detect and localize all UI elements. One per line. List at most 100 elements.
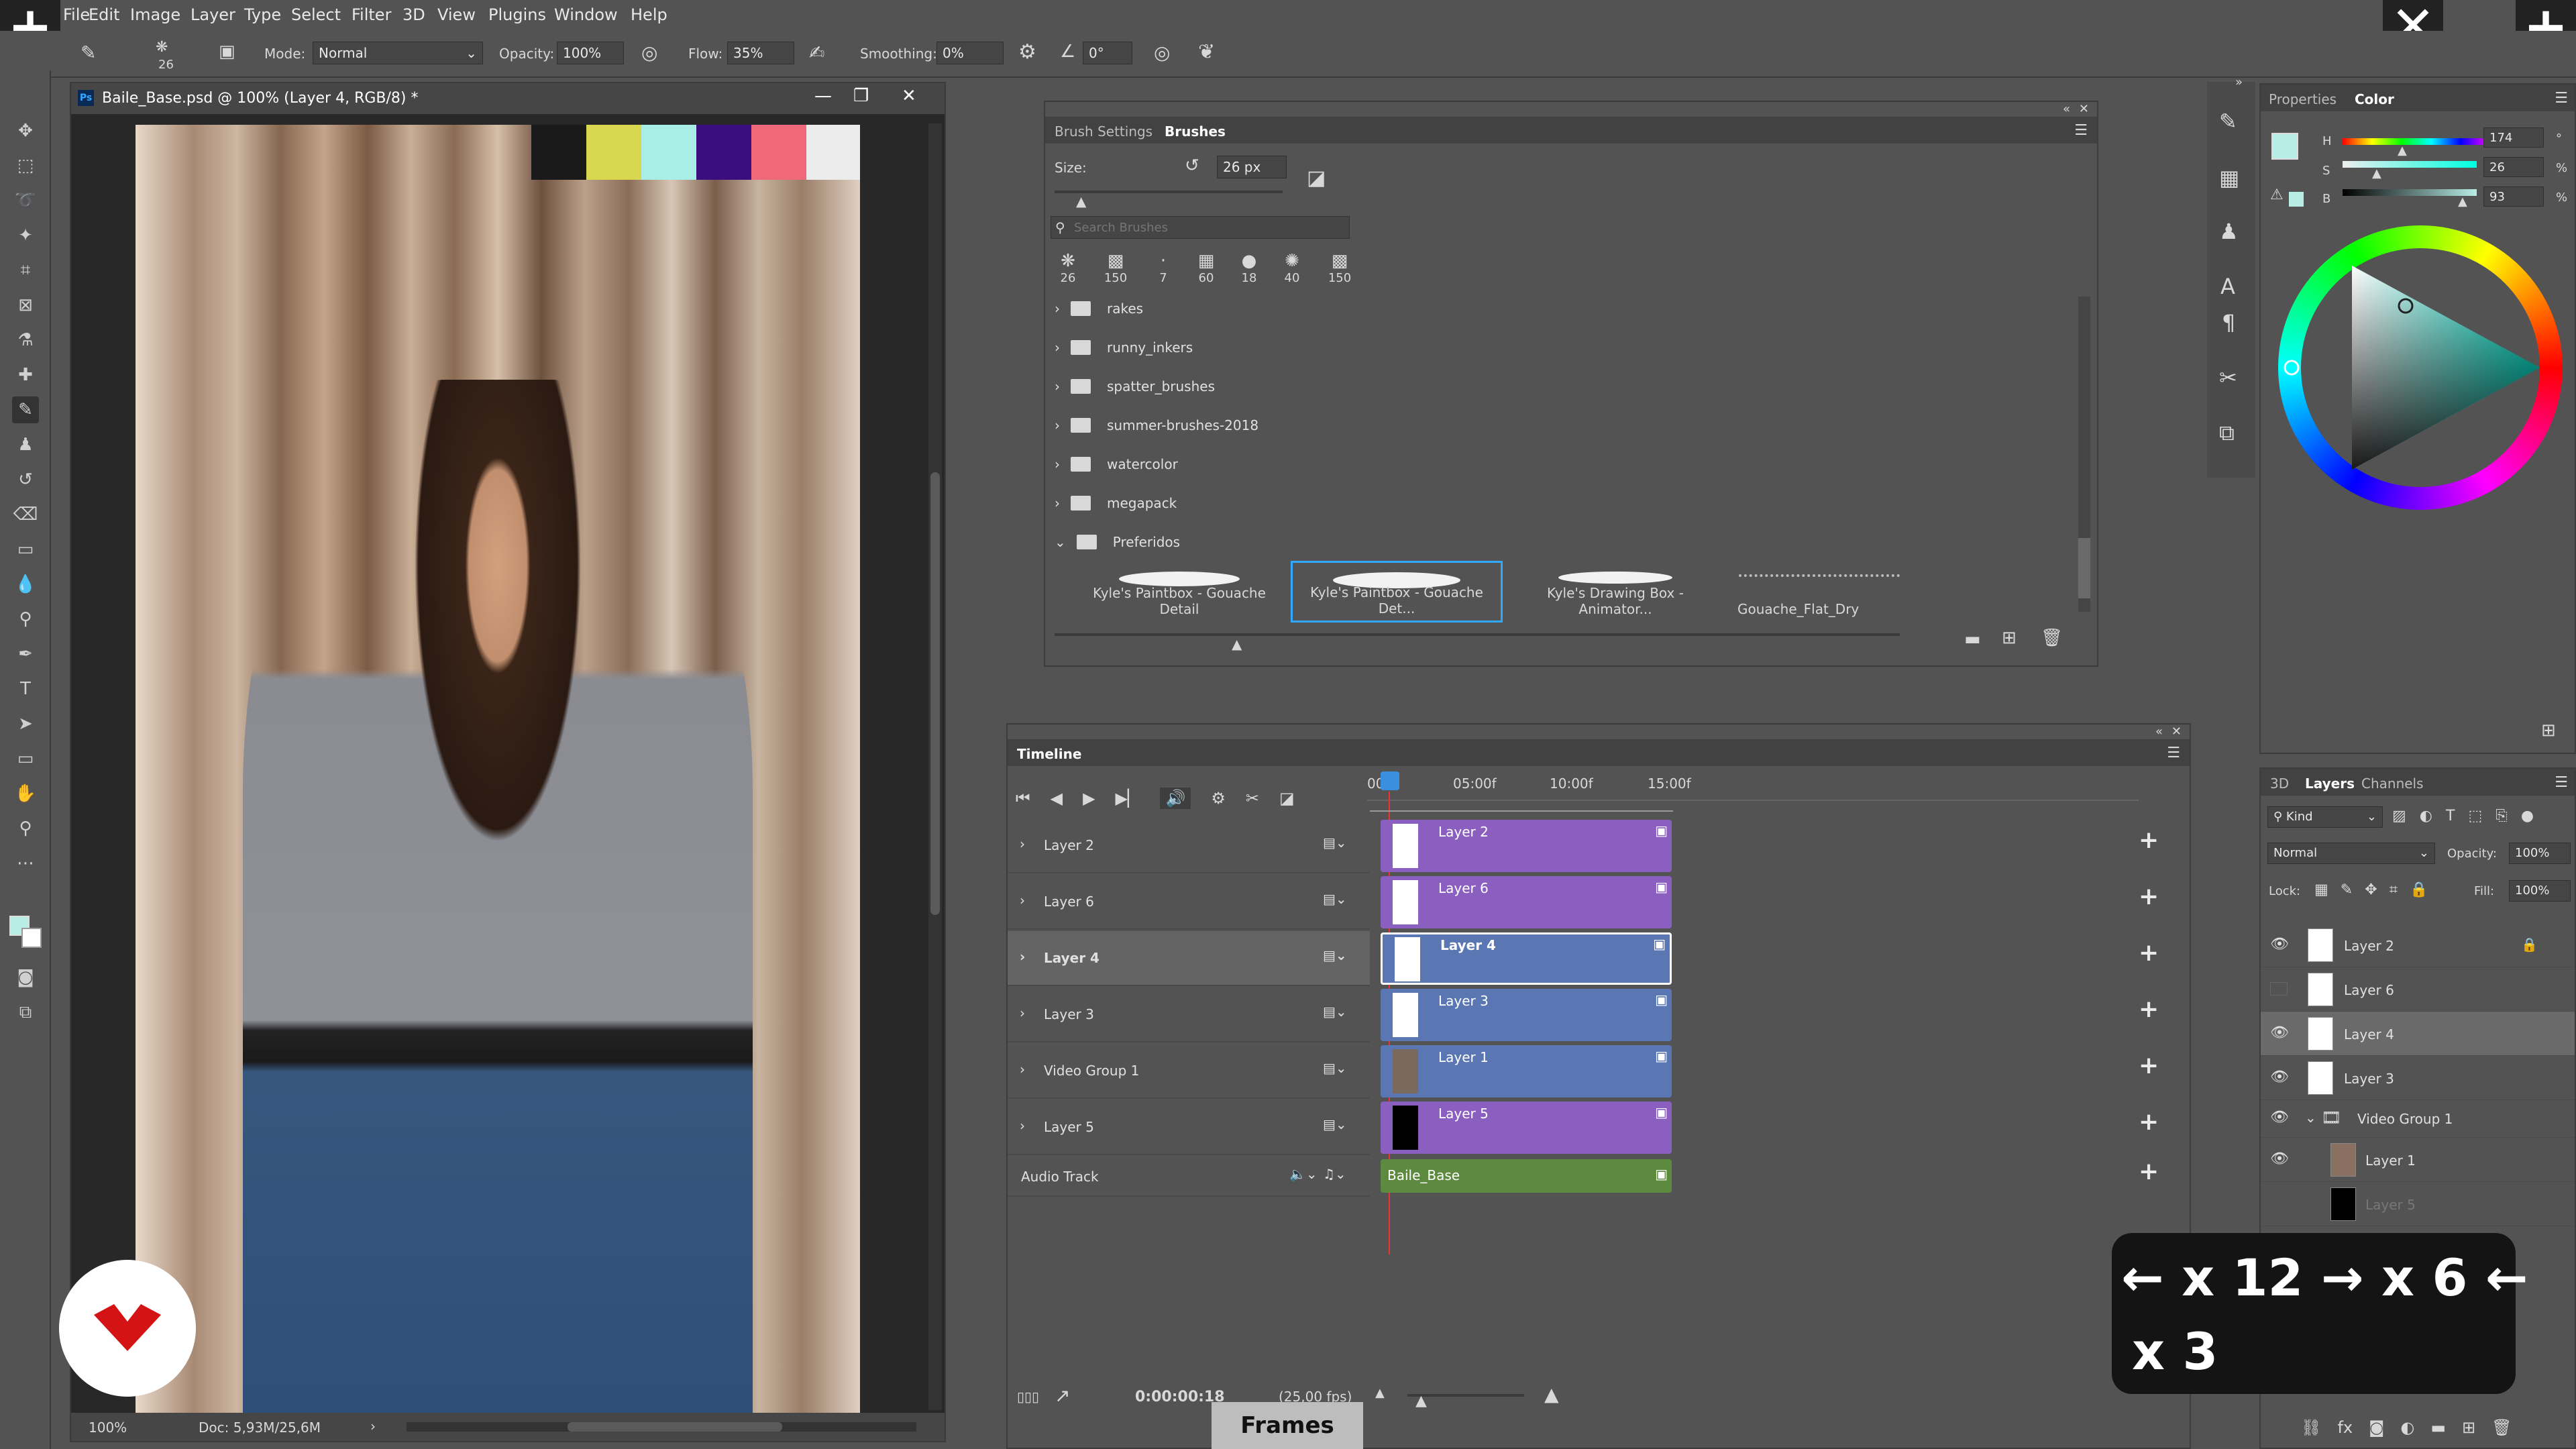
frame-animation-icon[interactable]: ▯▯▯ bbox=[1017, 1389, 1039, 1405]
menu-layer[interactable]: Layer bbox=[191, 5, 235, 24]
stamp-tool-icon[interactable]: ♟ bbox=[12, 431, 39, 458]
transition-icon[interactable]: ◪ bbox=[1279, 789, 1295, 808]
timeline-track[interactable]: › Layer 2 ▤⌄ bbox=[1008, 818, 1370, 873]
render-video-icon[interactable]: ↗ bbox=[1055, 1385, 1070, 1407]
add-media-icon[interactable]: + bbox=[2139, 996, 2159, 1023]
background-color-swatch[interactable] bbox=[21, 928, 42, 948]
new-preset-icon[interactable]: ⊞ bbox=[2002, 628, 2017, 648]
eye-icon[interactable]: 👁 bbox=[2270, 1152, 2289, 1167]
pen-tool-icon[interactable]: ✒ bbox=[12, 641, 39, 667]
search-input[interactable] bbox=[1074, 218, 1342, 237]
brush-folder-preferidos[interactable]: ⌄ Preferidos bbox=[1055, 523, 1180, 561]
add-media-icon[interactable]: + bbox=[2139, 1052, 2159, 1079]
layer-group-row[interactable]: 👁 ⌄ 🎞 Video Group 1 bbox=[2261, 1100, 2575, 1138]
collapse-icon[interactable]: » bbox=[2235, 75, 2243, 89]
lock-pixels-icon[interactable]: ✎ bbox=[2341, 881, 2353, 898]
size-field[interactable]: 26 px bbox=[1217, 156, 1287, 178]
brush-folder-runny-inkers[interactable]: › runny_inkers bbox=[1055, 329, 1193, 366]
tab-layers[interactable]: Layers bbox=[2305, 775, 2355, 792]
lock-artboard-icon[interactable]: ⌗ bbox=[2390, 881, 2398, 898]
close-document-icon[interactable]: ✕ bbox=[902, 86, 916, 106]
menu-type[interactable]: Type bbox=[244, 5, 281, 24]
chevron-down-icon[interactable]: ⌄ bbox=[2305, 1110, 2316, 1126]
search-brushes[interactable]: ⚲ bbox=[1051, 216, 1350, 239]
layer-row[interactable]: Layer 6 bbox=[2261, 967, 2575, 1012]
clip-menu-icon[interactable]: ▣ bbox=[1655, 1048, 1668, 1064]
next-frame-icon[interactable]: ▶▏ bbox=[1116, 789, 1140, 808]
adjustment-icon[interactable]: ◐ bbox=[2400, 1418, 2414, 1437]
folder-icon[interactable]: ▬ bbox=[2430, 1418, 2446, 1437]
brush-folder-summer[interactable]: › summer-brushes-2018 bbox=[1055, 407, 1258, 444]
adjustment-filter-icon[interactable]: ◐ bbox=[2420, 808, 2432, 824]
collapse-icon[interactable]: « bbox=[2063, 102, 2070, 116]
foreground-color-swatch[interactable] bbox=[2271, 133, 2298, 160]
layer-row[interactable]: 👁 Layer 3 bbox=[2261, 1056, 2575, 1100]
eye-icon[interactable]: 👁 bbox=[2270, 1110, 2289, 1125]
recent-brush[interactable]: ❋ 26 bbox=[1052, 251, 1084, 285]
add-media-icon[interactable]: + bbox=[2139, 1108, 2159, 1136]
image-filter-icon[interactable]: ▨ bbox=[2392, 808, 2406, 824]
collapse-icon[interactable]: « bbox=[2155, 724, 2163, 739]
timeline-track[interactable]: › Layer 5 ▤⌄ bbox=[1008, 1100, 1370, 1155]
brush-tool-icon[interactable]: ✎ bbox=[12, 396, 39, 423]
eye-icon[interactable]: 👁 bbox=[2270, 1070, 2289, 1085]
history-brush-tool-icon[interactable]: ↺ bbox=[12, 466, 39, 493]
close-panel-icon[interactable]: ✕ bbox=[2079, 102, 2089, 116]
healing-tool-icon[interactable]: ✚ bbox=[12, 362, 39, 388]
brush-folder-watercolor[interactable]: › watercolor bbox=[1055, 445, 1178, 483]
gradient-tool-icon[interactable]: ▭ bbox=[12, 536, 39, 563]
character-icon[interactable]: A bbox=[2220, 274, 2235, 299]
document-tab[interactable]: Ps Baile_Base.psd @ 100% (Layer 4, RGB/8… bbox=[71, 83, 945, 114]
path-selection-tool-icon[interactable]: ➤ bbox=[12, 710, 39, 737]
layer-opacity-field[interactable]: 100% bbox=[2509, 843, 2571, 864]
brush-panel-toggle-icon[interactable]: ▣ bbox=[219, 42, 235, 62]
layer-row-selected[interactable]: 👁 Layer 4 bbox=[2261, 1012, 2575, 1056]
new-layer-icon[interactable]: ⊞ bbox=[2462, 1418, 2475, 1437]
angle-icon[interactable]: ∠ bbox=[1060, 42, 1075, 62]
frame-tool-icon[interactable]: ⊠ bbox=[12, 292, 39, 319]
clip-menu-icon[interactable]: ▣ bbox=[1655, 1166, 1668, 1182]
eyedropper-tool-icon[interactable]: ⚗ bbox=[12, 327, 39, 354]
tab-channels[interactable]: Channels bbox=[2361, 775, 2424, 792]
brush-folder-rakes[interactable]: › rakes bbox=[1055, 290, 1143, 327]
film-icon[interactable]: ▤⌄ bbox=[1323, 1116, 1347, 1132]
trash-icon[interactable]: 🗑 bbox=[2491, 1418, 2512, 1437]
clip-menu-icon[interactable]: ▣ bbox=[1655, 1104, 1668, 1120]
brush-preset-icon[interactable]: ❋ bbox=[156, 39, 168, 56]
film-icon[interactable]: ▤⌄ bbox=[1323, 1060, 1347, 1076]
move-tool-icon[interactable]: ✥ bbox=[12, 117, 39, 144]
fx-icon[interactable]: fx bbox=[2337, 1418, 2353, 1437]
chevron-right-icon[interactable]: › bbox=[370, 1418, 376, 1434]
lock-transparency-icon[interactable]: ▦ bbox=[2314, 881, 2328, 898]
recent-brush[interactable]: ▩ 150 bbox=[1095, 251, 1136, 285]
zoom-level[interactable]: 100% bbox=[89, 1419, 127, 1436]
rectangle-tool-icon[interactable]: ▭ bbox=[12, 745, 39, 772]
panel-menu-icon[interactable]: ☰ bbox=[2555, 90, 2568, 107]
timeline-clip[interactable]: Layer 1 ▣ bbox=[1381, 1045, 1672, 1097]
timeline-track[interactable]: › Layer 3 ▤⌄ bbox=[1008, 987, 1370, 1042]
menu-plugins[interactable]: Plugins bbox=[488, 5, 546, 24]
menu-view[interactable]: View bbox=[437, 5, 476, 24]
brightness-slider[interactable] bbox=[2343, 189, 2477, 196]
brush-settings-dock-icon[interactable]: ✎ bbox=[2219, 109, 2237, 134]
zoom-in-icon[interactable]: ▲ bbox=[1544, 1383, 1559, 1405]
airbrush-icon[interactable]: ✍ bbox=[809, 42, 824, 64]
panel-menu-icon[interactable]: ☰ bbox=[2167, 745, 2180, 761]
add-media-icon[interactable]: + bbox=[2139, 1158, 2159, 1185]
menu-filter[interactable]: Filter bbox=[352, 5, 391, 24]
warning-icon[interactable]: ⚠ bbox=[2270, 186, 2284, 203]
link-icon[interactable]: ⛓ bbox=[2301, 1418, 2321, 1437]
brush-preset[interactable]: Kyle's Drawing Box - Animator... bbox=[1511, 561, 1720, 621]
film-icon[interactable]: ▤⌄ bbox=[1323, 1004, 1347, 1020]
hand-tool-icon[interactable]: ✋ bbox=[12, 780, 39, 807]
size-slider-handle[interactable]: ▲ bbox=[1076, 193, 1086, 209]
tab-properties[interactable]: Properties bbox=[2269, 91, 2337, 107]
quick-mask-icon[interactable]: ◙ bbox=[12, 964, 39, 991]
vertical-scrollbar[interactable] bbox=[928, 123, 942, 1410]
new-brush-icon[interactable]: ◪ bbox=[1307, 166, 1326, 190]
tab-timeline[interactable]: Timeline bbox=[1017, 746, 1081, 762]
add-media-icon[interactable]: + bbox=[2139, 939, 2159, 967]
visibility-off-slot[interactable] bbox=[2270, 982, 2288, 996]
tool-presets-icon[interactable]: ✂ bbox=[2219, 365, 2237, 390]
type-filter-icon[interactable]: T bbox=[2446, 808, 2455, 824]
